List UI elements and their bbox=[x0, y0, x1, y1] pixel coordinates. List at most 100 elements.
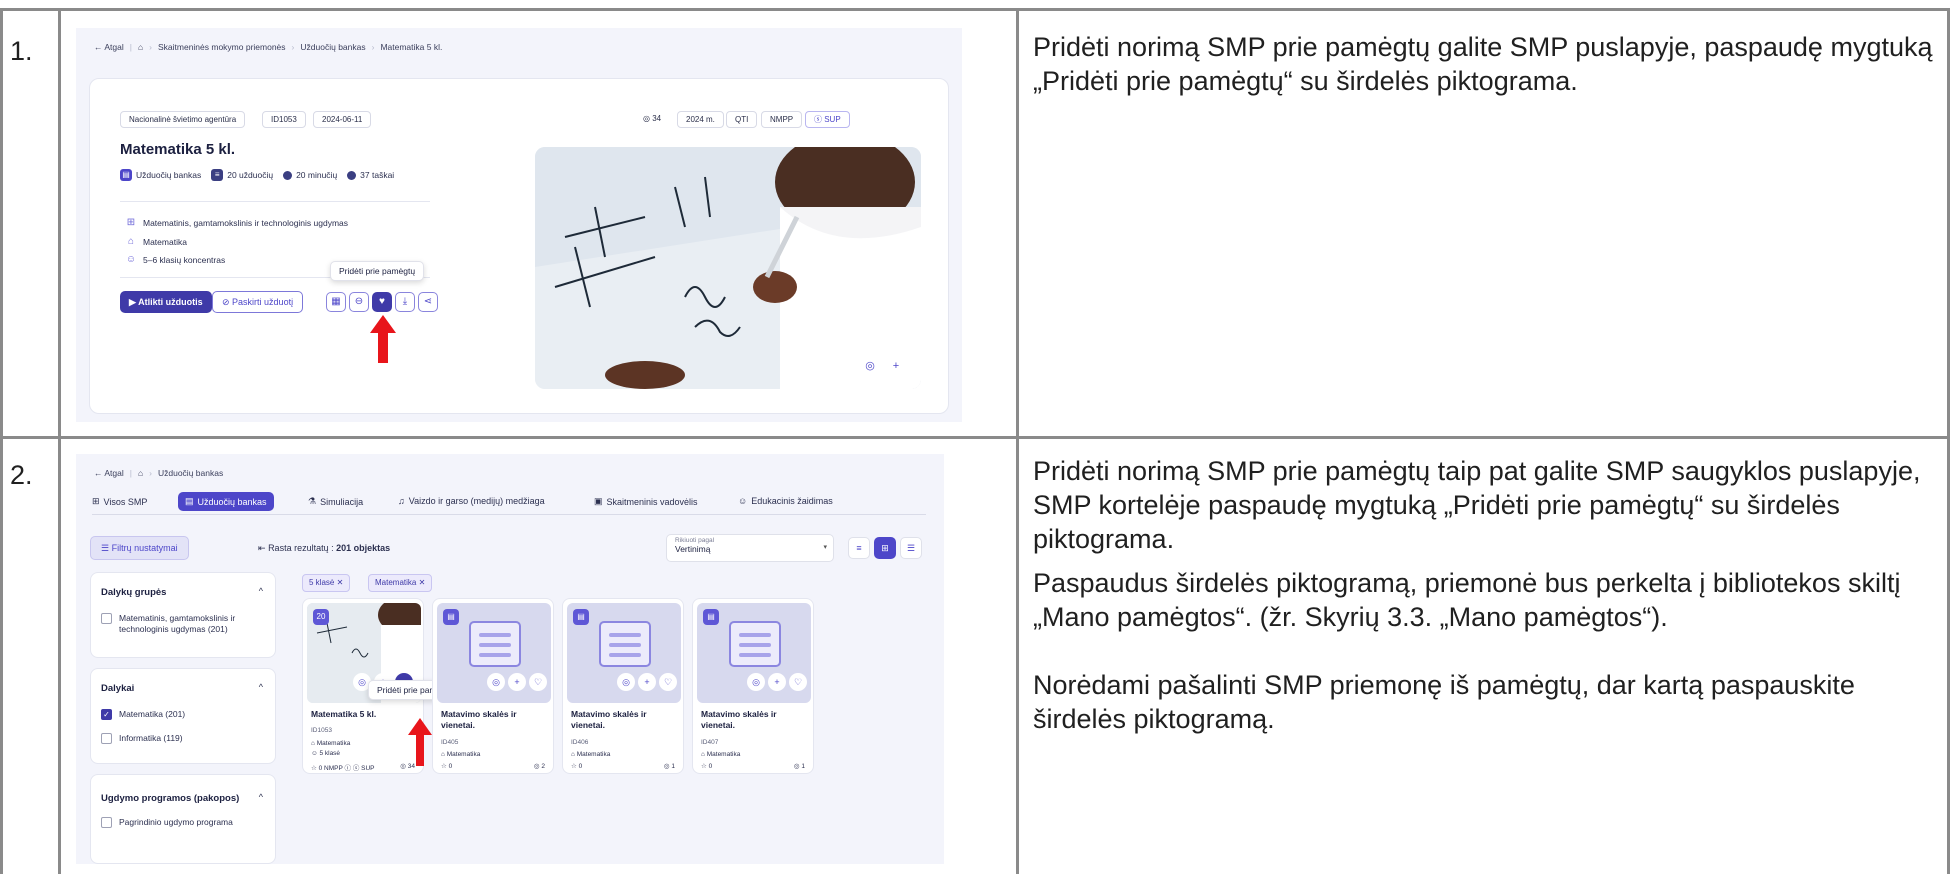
card-grade: ☺ 5 klasė bbox=[311, 750, 341, 757]
card-title[interactable]: Matematika 5 kl. bbox=[311, 709, 421, 720]
table-column-divider-2 bbox=[1016, 8, 1019, 874]
results-summary: ⇤ Rasta rezultatų : 201 objektas bbox=[258, 543, 391, 553]
document-illustration bbox=[729, 621, 781, 667]
chevron-up-icon[interactable]: ^ bbox=[259, 682, 263, 692]
active-filter-tag[interactable]: 5 klasė ✕ bbox=[302, 574, 351, 592]
home-icon[interactable]: ⌂ bbox=[138, 468, 143, 478]
active-filter-tag[interactable]: Matematika ✕ bbox=[368, 574, 433, 592]
calendar-icon[interactable]: ▦ bbox=[326, 292, 346, 312]
smp-result-card[interactable]: ▤ ◎ + ♡ Matavimo skalės ir vienetai. ID4… bbox=[692, 598, 814, 774]
breadcrumb-item[interactable]: Skaitmeninės mokymo priemonės bbox=[158, 42, 286, 52]
checkbox[interactable] bbox=[101, 613, 112, 624]
document-illustration bbox=[469, 621, 521, 667]
task-bank-icon: 20 bbox=[313, 609, 329, 625]
grade-line: ☺ 5–6 klasių koncentras bbox=[125, 254, 226, 265]
smp-cover-image: ◎ + bbox=[535, 147, 921, 389]
preview-icon[interactable]: ◎ bbox=[617, 673, 635, 691]
list-view-icon[interactable]: ≡ bbox=[848, 537, 870, 559]
card-rating: ☆ 0 bbox=[701, 763, 713, 770]
smp-title: Matematika 5 kl. bbox=[120, 141, 236, 158]
table-column-divider-1 bbox=[58, 8, 61, 874]
back-link[interactable]: ← Atgal bbox=[94, 468, 124, 478]
row-number-1: 1. bbox=[10, 36, 33, 66]
card-rating: ☆ 0 bbox=[571, 763, 583, 770]
breadcrumb-item[interactable]: Užduočių bankas bbox=[300, 42, 365, 52]
heart-icon[interactable]: ♡ bbox=[529, 673, 547, 691]
collapse-filter-icon[interactable]: ⇤ bbox=[258, 543, 266, 553]
duration: 20 minučių bbox=[296, 170, 338, 180]
start-tasks-button[interactable]: ▶ Atlikti užduotis bbox=[120, 291, 212, 313]
sort-select[interactable]: Rikiuoti pagal Vertinimą ▾ bbox=[666, 534, 834, 562]
filter-option[interactable]: Matematinis, gamtamokslinis ir technolog… bbox=[101, 613, 269, 635]
tab-underline bbox=[92, 514, 926, 515]
home-icon[interactable]: ⌂ bbox=[138, 42, 143, 52]
add-icon[interactable]: + bbox=[768, 673, 786, 691]
sort-value: Vertinimą bbox=[675, 544, 711, 554]
card-footer: ☆ 0 ◎ 2 bbox=[441, 762, 545, 770]
preview-icon[interactable]: ◎ bbox=[859, 355, 881, 377]
tab-simulation[interactable]: ⚗ Simuliacija bbox=[308, 496, 363, 507]
filter-subject-groups: Dalykų grupės ^ Matematinis, gamtamoksli… bbox=[90, 572, 276, 658]
preview-icon[interactable]: ◎ bbox=[747, 673, 765, 691]
checkbox-checked[interactable]: ✓ bbox=[101, 709, 112, 720]
breadcrumb-item: Užduočių bankas bbox=[157, 468, 224, 478]
task-bank-icon: ▤ bbox=[185, 496, 194, 506]
smp-detail-screenshot: ← Atgal | ⌂ › Skaitmeninės mokymo priemo… bbox=[76, 28, 962, 422]
tab-all-smp[interactable]: ⊞ Visos SMP bbox=[92, 496, 147, 507]
card-footer: ☆ 0 ◎ 1 bbox=[571, 762, 675, 770]
card-title[interactable]: Matavimo skalės ir vienetai. bbox=[701, 709, 811, 731]
card-actions: ◎ + ♡ bbox=[487, 673, 547, 691]
tab-digital-textbook[interactable]: ▣ Skaitmeninis vadovėlis bbox=[594, 496, 698, 507]
tab-media[interactable]: ♫ Vaizdo ir garso (medijų) medžiaga bbox=[398, 496, 545, 506]
card-views: ◎ 2 bbox=[533, 763, 545, 770]
add-icon[interactable]: + bbox=[508, 673, 526, 691]
card-title[interactable]: Matavimo skalės ir vienetai. bbox=[441, 709, 551, 731]
heart-icon[interactable]: ♥ bbox=[372, 292, 392, 312]
row-1-description: Pridėti norimą SMP prie pamėgtų galite S… bbox=[1033, 30, 1933, 106]
smp-result-card[interactable]: ▤ ◎ + ♡ Matavimo skalės ir vienetai. ID4… bbox=[562, 598, 684, 774]
task-bank-icon: ▤ bbox=[443, 609, 459, 625]
back-link[interactable]: ← Atgal bbox=[94, 42, 124, 52]
compact-view-icon[interactable]: ☰ bbox=[900, 537, 922, 559]
heart-icon[interactable]: ♡ bbox=[789, 673, 807, 691]
subject-line: ⌂ Matematika bbox=[125, 236, 187, 247]
tab-task-bank[interactable]: ▤ Užduočių bankas bbox=[178, 492, 274, 511]
row-number-2: 2. bbox=[10, 460, 33, 490]
smp-card: Nacionalinė švietimo agentūra ID1053 202… bbox=[89, 78, 949, 414]
card-id: ID1053 bbox=[311, 727, 332, 734]
divider bbox=[120, 201, 430, 202]
checkbox[interactable] bbox=[101, 817, 112, 828]
card-title[interactable]: Matavimo skalės ir vienetai. bbox=[571, 709, 681, 731]
year-chip: 2024 m. bbox=[677, 111, 724, 128]
chevron-up-icon[interactable]: ^ bbox=[259, 586, 263, 596]
publisher-chip: Nacionalinė švietimo agentūra bbox=[120, 111, 246, 128]
book-icon: ▣ bbox=[594, 496, 603, 506]
filter-option[interactable]: Informatika (119) bbox=[101, 733, 183, 744]
instruction-table: 1. 2. Pridėti norimą SMP prie pamėgtų ga… bbox=[0, 8, 1950, 874]
assign-task-button[interactable]: ⊘ Paskirti užduotį bbox=[212, 291, 304, 313]
heart-icon[interactable]: ♡ bbox=[659, 673, 677, 691]
download-icon[interactable]: ⤓ bbox=[395, 292, 415, 312]
add-icon[interactable]: + bbox=[638, 673, 656, 691]
tab-educational-game[interactable]: ☺ Edukacinis žaidimas bbox=[738, 496, 833, 506]
table-border-left bbox=[0, 8, 3, 874]
breadcrumb: ← Atgal | ⌂ › Užduočių bankas bbox=[94, 468, 224, 478]
checkbox[interactable] bbox=[101, 733, 112, 744]
card-id: ID406 bbox=[571, 739, 589, 746]
smp-result-card[interactable]: ▤ ◎ + ♡ Matavimo skalės ir vienetai. ID4… bbox=[432, 598, 554, 774]
smp-meta: ▤ Užduočių bankas ≡ 20 užduočių 20 minučių… bbox=[120, 169, 394, 181]
nmpp-chip: NMPP bbox=[761, 111, 803, 128]
grid-icon: ⊞ bbox=[126, 217, 136, 228]
filter-option[interactable]: ✓ Matematika (201) bbox=[101, 709, 185, 720]
chevron-up-icon[interactable]: ^ bbox=[259, 792, 263, 802]
filter-programs: Ugdymo programos (pakopos) ^ Pagrindinio… bbox=[90, 774, 276, 864]
filter-option[interactable]: Pagrindinio ugdymo programa bbox=[101, 817, 233, 828]
preview-icon[interactable]: ◎ bbox=[487, 673, 505, 691]
filter-settings-button[interactable]: ☰ Filtrų nustatymai bbox=[90, 536, 189, 560]
remove-icon[interactable]: ⊖ bbox=[349, 292, 369, 312]
add-icon[interactable]: + bbox=[885, 355, 907, 377]
flask-icon: ⚗ bbox=[308, 496, 317, 506]
grid-view-icon[interactable]: ⊞ bbox=[874, 537, 896, 559]
share-icon[interactable]: ⋖ bbox=[418, 292, 438, 312]
grid-icon: ⊞ bbox=[92, 496, 100, 506]
